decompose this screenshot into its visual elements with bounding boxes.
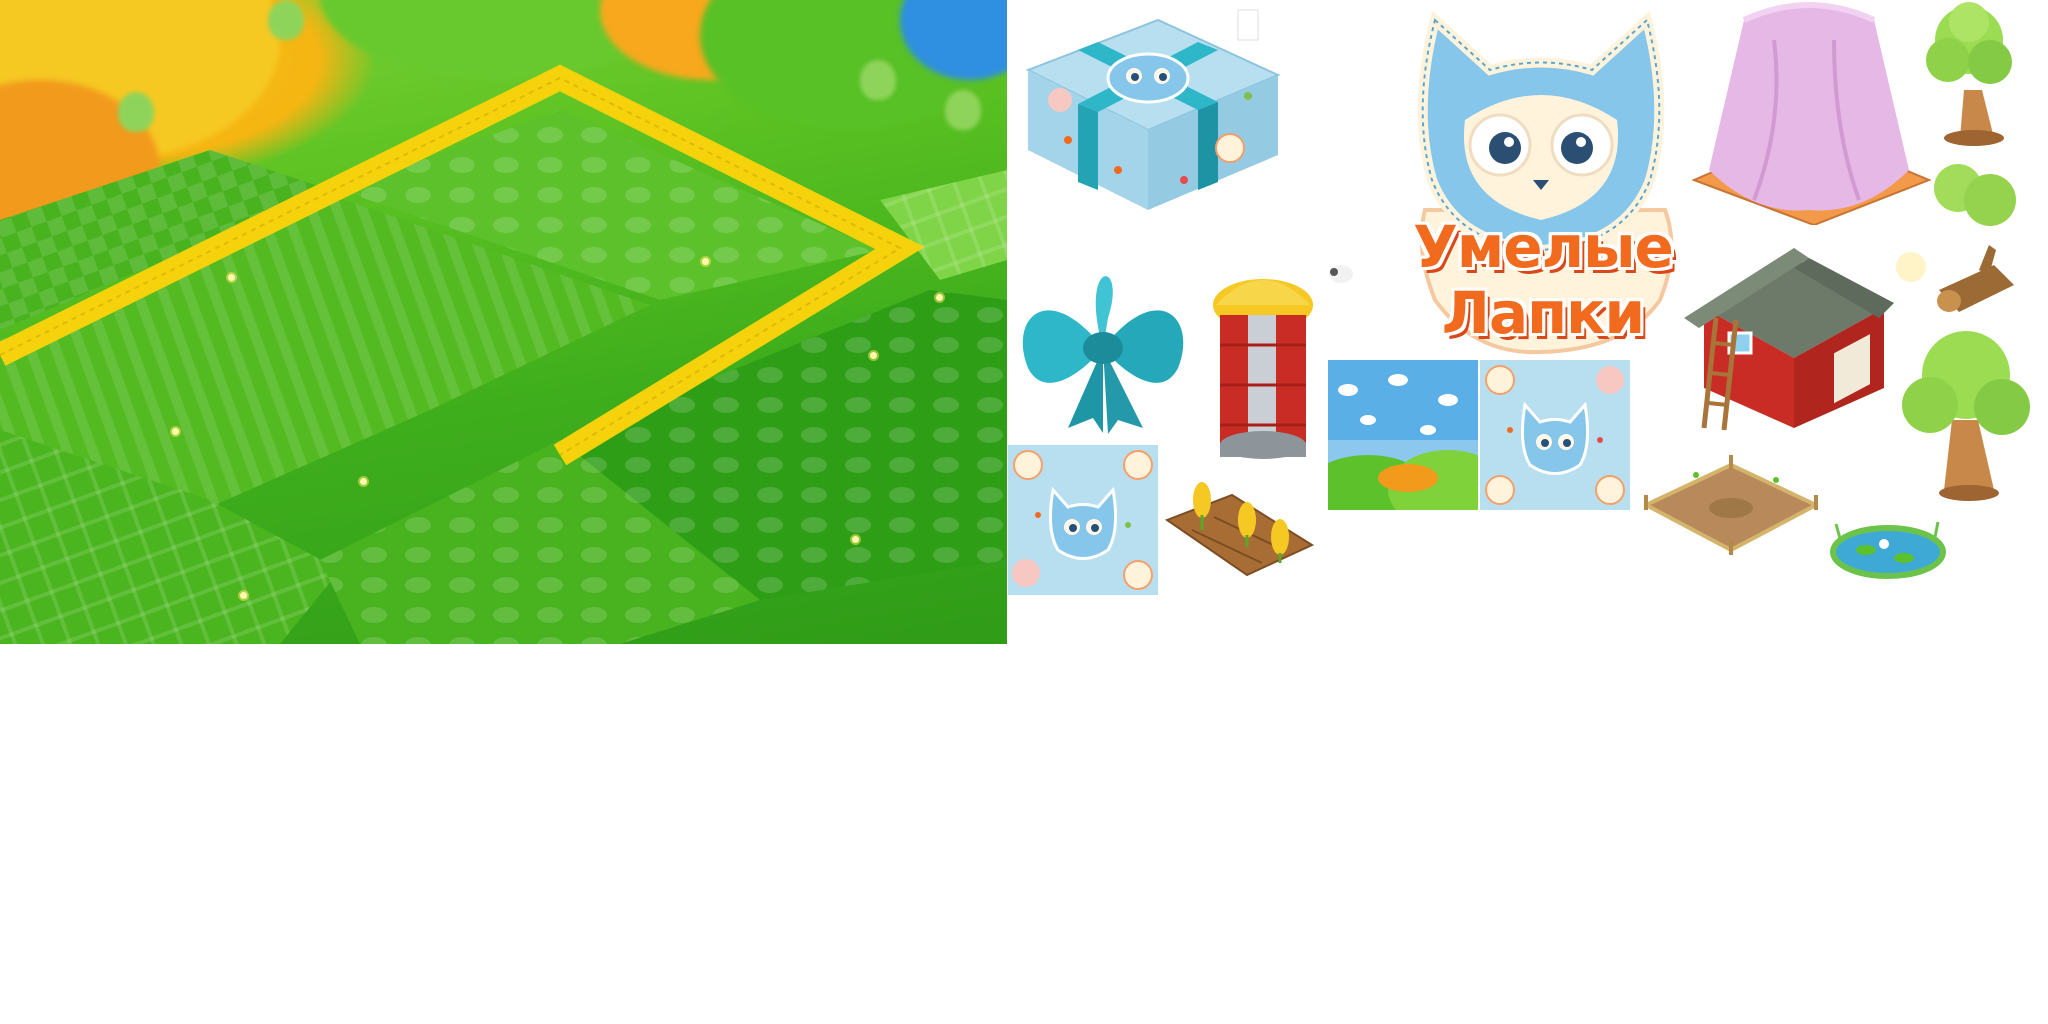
flower-icon (228, 274, 235, 281)
log-icon (1937, 245, 2014, 312)
cat-pattern-tile (1008, 445, 1158, 595)
barn-icon (1684, 248, 1894, 431)
field-patches (0, 64, 1007, 644)
flower-icon (172, 428, 179, 435)
tree-icon (1926, 2, 2012, 146)
silo-icon (1213, 279, 1313, 459)
sun-icon (1896, 252, 1926, 282)
tree-icon (1902, 331, 2030, 501)
gift-box-icon (1025, 9, 1281, 210)
cat-pattern-tile (1480, 360, 1630, 510)
sheep-icon (1329, 265, 1353, 283)
wheat-bed-icon (1164, 482, 1315, 577)
flower-icon (936, 294, 943, 301)
bush-icon (1934, 164, 2016, 226)
flower-icon (360, 478, 367, 485)
farm-field-texture (0, 0, 1007, 644)
logo-line-1: Умелые (1413, 213, 1674, 281)
logo-text: Умелые Лапки (1398, 214, 1688, 346)
sky-landscape-tile (1328, 360, 1478, 510)
fenced-pen-icon (1643, 455, 1819, 555)
logo-line-2: Лапки (1441, 279, 1645, 347)
flower-icon (240, 592, 247, 599)
curtain-cover-icon (1691, 2, 1932, 225)
flower-icon (702, 258, 709, 265)
ribbon-bow-icon (1022, 276, 1184, 434)
flower-icon (870, 352, 877, 359)
pond-icon (1830, 521, 1946, 579)
flower-icon (852, 536, 859, 543)
